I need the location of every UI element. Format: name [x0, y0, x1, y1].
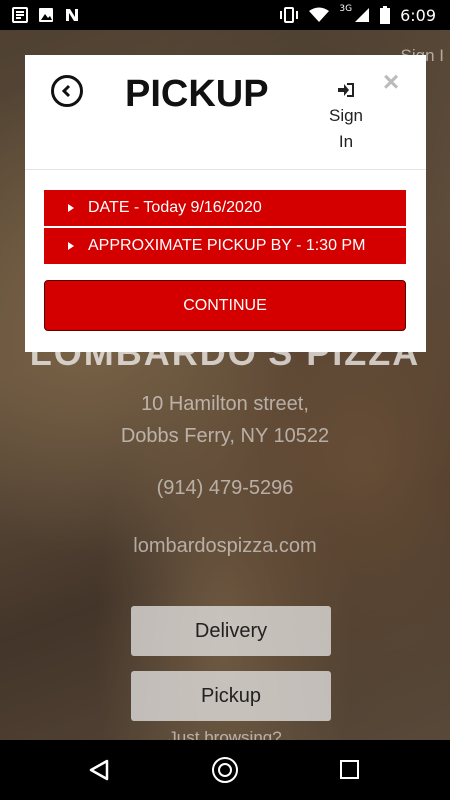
- delivery-button[interactable]: Delivery: [131, 606, 331, 656]
- status-left-icons: [0, 7, 80, 23]
- image-icon: [39, 8, 53, 22]
- recents-square-icon[interactable]: [340, 760, 359, 779]
- chevron-left-icon: [61, 84, 71, 98]
- pickup-time-option-row[interactable]: APPROXIMATE PICKUP BY - 1:30 PM: [44, 228, 406, 264]
- date-option-row[interactable]: DATE - Today 9/16/2020: [44, 190, 406, 226]
- restaurant-website[interactable]: lombardospizza.com: [0, 535, 450, 558]
- restaurant-phone[interactable]: (914) 479-5296: [0, 477, 450, 500]
- sign-in-label-line2: In: [338, 132, 354, 151]
- clock: 6:09: [400, 5, 436, 25]
- back-button[interactable]: [51, 75, 83, 107]
- close-icon: ×: [382, 66, 400, 97]
- status-bar: 3G 6:09: [0, 0, 450, 30]
- pickup-button[interactable]: Pickup: [131, 671, 331, 721]
- n-app-icon: [66, 9, 78, 21]
- address-line-1: 10 Hamilton street,: [141, 393, 309, 415]
- caret-right-icon: [68, 204, 74, 212]
- battery-icon: [380, 6, 391, 24]
- continue-button[interactable]: CONTINUE: [44, 280, 406, 331]
- pickup-modal: PICKUP Sign In × DATE - Today 9/16/2020 …: [25, 55, 426, 352]
- pickup-time-option-label: APPROXIMATE PICKUP BY - 1:30 PM: [88, 237, 366, 254]
- sign-in-label-line1: Sign: [328, 106, 364, 125]
- vibrate-icon: [280, 7, 299, 23]
- modal-title: PICKUP: [125, 73, 269, 115]
- navigation-bar: [0, 740, 450, 800]
- sign-in-icon: [325, 83, 367, 101]
- date-option-label: DATE - Today 9/16/2020: [88, 199, 262, 216]
- divider: [25, 169, 426, 170]
- address-line-2: Dobbs Ferry, NY 10522: [120, 425, 330, 447]
- caret-right-icon: [68, 242, 74, 250]
- network-type: 3G: [339, 4, 353, 14]
- just-browsing-link[interactable]: Just browsing?: [0, 728, 450, 740]
- home-circle-icon[interactable]: [212, 757, 238, 783]
- wifi-icon: [309, 7, 330, 22]
- status-right-icons: 3G 6:09: [279, 0, 436, 30]
- restaurant-address: 10 Hamilton street, Dobbs Ferry, NY 1052…: [0, 388, 450, 452]
- sign-in-button[interactable]: Sign In: [325, 83, 367, 155]
- signal-icon: [355, 8, 370, 22]
- close-button[interactable]: ×: [380, 68, 402, 96]
- back-triangle-icon[interactable]: [88, 759, 110, 781]
- notification-list-icon: [12, 7, 28, 23]
